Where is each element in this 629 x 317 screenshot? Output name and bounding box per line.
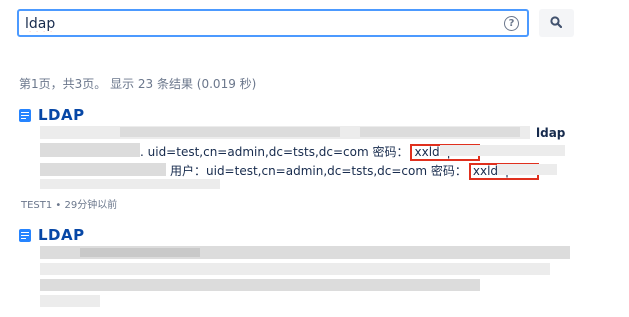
redacted-block [40,263,550,275]
excerpt-fragment: ldap [536,126,566,140]
excerpt-line: 用户：uid=test,cn=admin,dc=tsts,dc=com 密码：x… [170,162,539,180]
result-title[interactable]: LDAP [38,226,85,244]
search-icon [550,16,562,28]
result-meta: TEST1 • 29分钟以前 [21,200,118,211]
redacted-block [440,145,565,156]
redacted-block [40,295,100,307]
redacted-block [497,164,557,175]
page-icon [19,228,31,242]
help-icon[interactable]: ? [504,16,519,31]
redacted-block [40,143,140,157]
result-title-row[interactable]: LDAP [19,226,85,244]
redacted-block [40,163,166,176]
redacted-block [360,127,520,137]
search-input[interactable] [25,14,495,34]
excerpt-line: . uid=test,cn=admin,dc=tsts,dc=com 密码：xx… [140,143,481,161]
results-summary: 第1页，共3页。 显示 23 条结果 (0.019 秒) [19,77,257,91]
result-title[interactable]: LDAP [38,106,85,124]
page-icon [19,108,31,122]
search-box[interactable]: ? [17,9,529,37]
result-title-row[interactable]: LDAP [19,106,85,124]
search-button[interactable] [539,9,574,37]
redacted-block [40,179,220,189]
redacted-block [80,248,200,257]
excerpt-text: . uid=test,cn=admin,dc=tsts,dc=com 密码： [140,145,409,159]
redacted-block [120,127,340,137]
redacted-block [40,279,480,291]
excerpt-text: 用户：uid=test,cn=admin,dc=tsts,dc=com 密码： [170,164,467,178]
